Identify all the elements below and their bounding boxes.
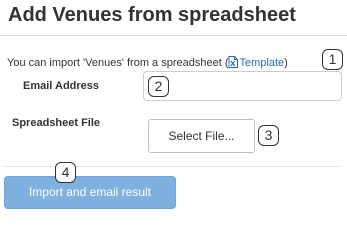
template-link[interactable]: Template [228, 56, 285, 69]
page-title: Add Venues from spreadsheet [8, 4, 296, 26]
callout-4: 4 [55, 162, 76, 183]
intro-suffix: ) [284, 57, 288, 69]
title-divider [0, 35, 347, 36]
template-link-label: Template [239, 57, 285, 69]
spreadsheet-icon [228, 56, 239, 68]
import-intro-text: You can import 'Venues' from a spreadshe… [7, 56, 288, 69]
select-file-button[interactable]: Select File... [148, 119, 255, 153]
spreadsheet-file-label: Spreadsheet File [12, 117, 101, 129]
import-and-email-button[interactable]: Import and email result [4, 176, 176, 209]
intro-prefix: You can import 'Venues' from a spreadshe… [7, 57, 229, 69]
callout-2: 2 [148, 76, 169, 97]
email-field[interactable] [143, 71, 342, 101]
callout-3: 3 [258, 125, 279, 146]
callout-1: 1 [322, 49, 343, 70]
form-divider [3, 166, 341, 167]
email-label: Email Address [23, 80, 100, 92]
